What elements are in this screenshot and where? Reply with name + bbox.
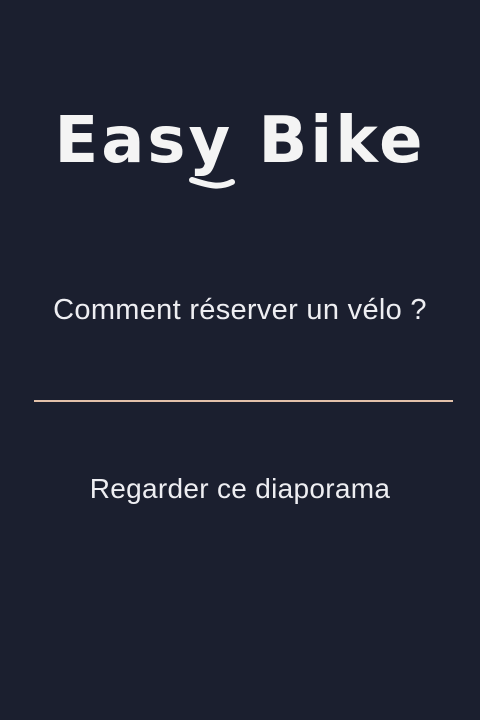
logo-text: Easy Bike [55, 104, 426, 178]
slide-cover: Easy Bike Comment réserver un vélo ? Reg… [0, 0, 480, 720]
logo-stroke-detail [189, 177, 235, 189]
easy-bike-logo: Easy Bike [55, 104, 426, 189]
question-heading: Comment réserver un vélo ? [53, 294, 427, 326]
view-slideshow-link[interactable]: Regarder ce diaporama [0, 473, 480, 505]
divider [34, 400, 453, 402]
